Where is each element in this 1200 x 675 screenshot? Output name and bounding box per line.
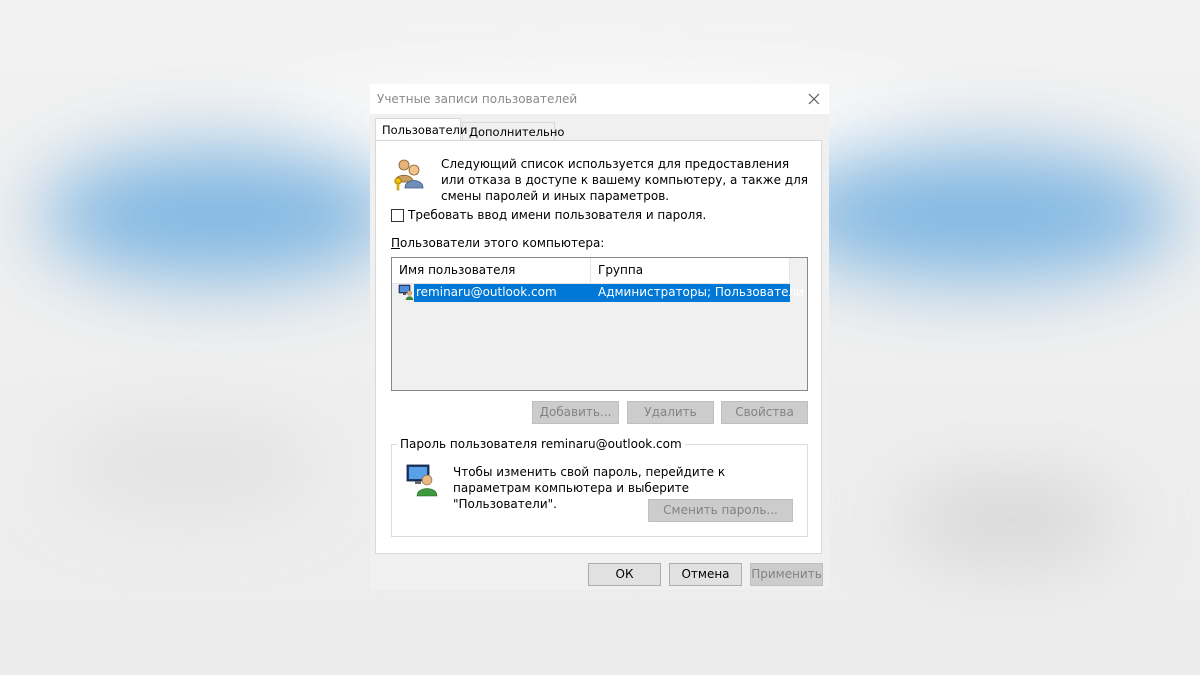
column-header-username[interactable]: Имя пользователя — [392, 258, 591, 283]
dialog-title: Учетные записи пользователей — [377, 92, 578, 106]
cancel-button[interactable]: Отмена — [669, 563, 742, 586]
apply-button[interactable]: Применить — [750, 563, 823, 586]
tab-users[interactable]: Пользователи — [375, 118, 467, 140]
users-list-header: Имя пользователя Группа — [392, 258, 790, 284]
cell-group: Администраторы; Пользователи — [598, 285, 804, 299]
require-login-checkbox[interactable] — [391, 208, 404, 222]
add-user-button[interactable]: Добавить... — [532, 401, 619, 424]
column-header-group[interactable]: Группа — [591, 258, 790, 283]
close-button[interactable] — [799, 84, 829, 114]
password-groupbox: Пароль пользователя reminaru@outlook.com… — [391, 437, 808, 537]
selected-row-highlight: reminaru@outlook.com Администраторы; Пол… — [414, 284, 804, 302]
table-row[interactable]: reminaru@outlook.com Администраторы; Пол… — [392, 284, 804, 302]
tab-advanced[interactable]: Дополнительно — [462, 122, 564, 140]
user-monitor-icon — [406, 464, 438, 497]
user-account-icon — [398, 284, 414, 300]
password-group-title: Пароль пользователя reminaru@outlook.com — [397, 437, 685, 451]
close-icon — [808, 93, 820, 105]
require-login-label: Требовать ввод имени пользователя и паро… — [408, 208, 707, 222]
change-password-button[interactable]: Сменить пароль... — [648, 499, 793, 522]
users-tab-panel: Следующий список используется для предос… — [375, 140, 822, 554]
users-keys-icon — [394, 159, 424, 191]
require-login-row[interactable]: Требовать ввод имени пользователя и паро… — [391, 208, 706, 222]
cell-username: reminaru@outlook.com — [416, 285, 557, 299]
ok-button[interactable]: ОК — [588, 563, 661, 586]
title-bar: Учетные записи пользователей — [370, 84, 829, 114]
users-list[interactable]: Имя пользователя Группа reminaru@outlook… — [391, 257, 808, 391]
user-accounts-dialog: Учетные записи пользователей Пользовател… — [370, 84, 829, 590]
users-list-label: Пользователи этого компьютера: — [391, 236, 605, 250]
remove-user-button[interactable]: Удалить — [627, 401, 714, 424]
info-description: Следующий список используется для предос… — [441, 157, 808, 203]
properties-button[interactable]: Свойства — [721, 401, 808, 424]
